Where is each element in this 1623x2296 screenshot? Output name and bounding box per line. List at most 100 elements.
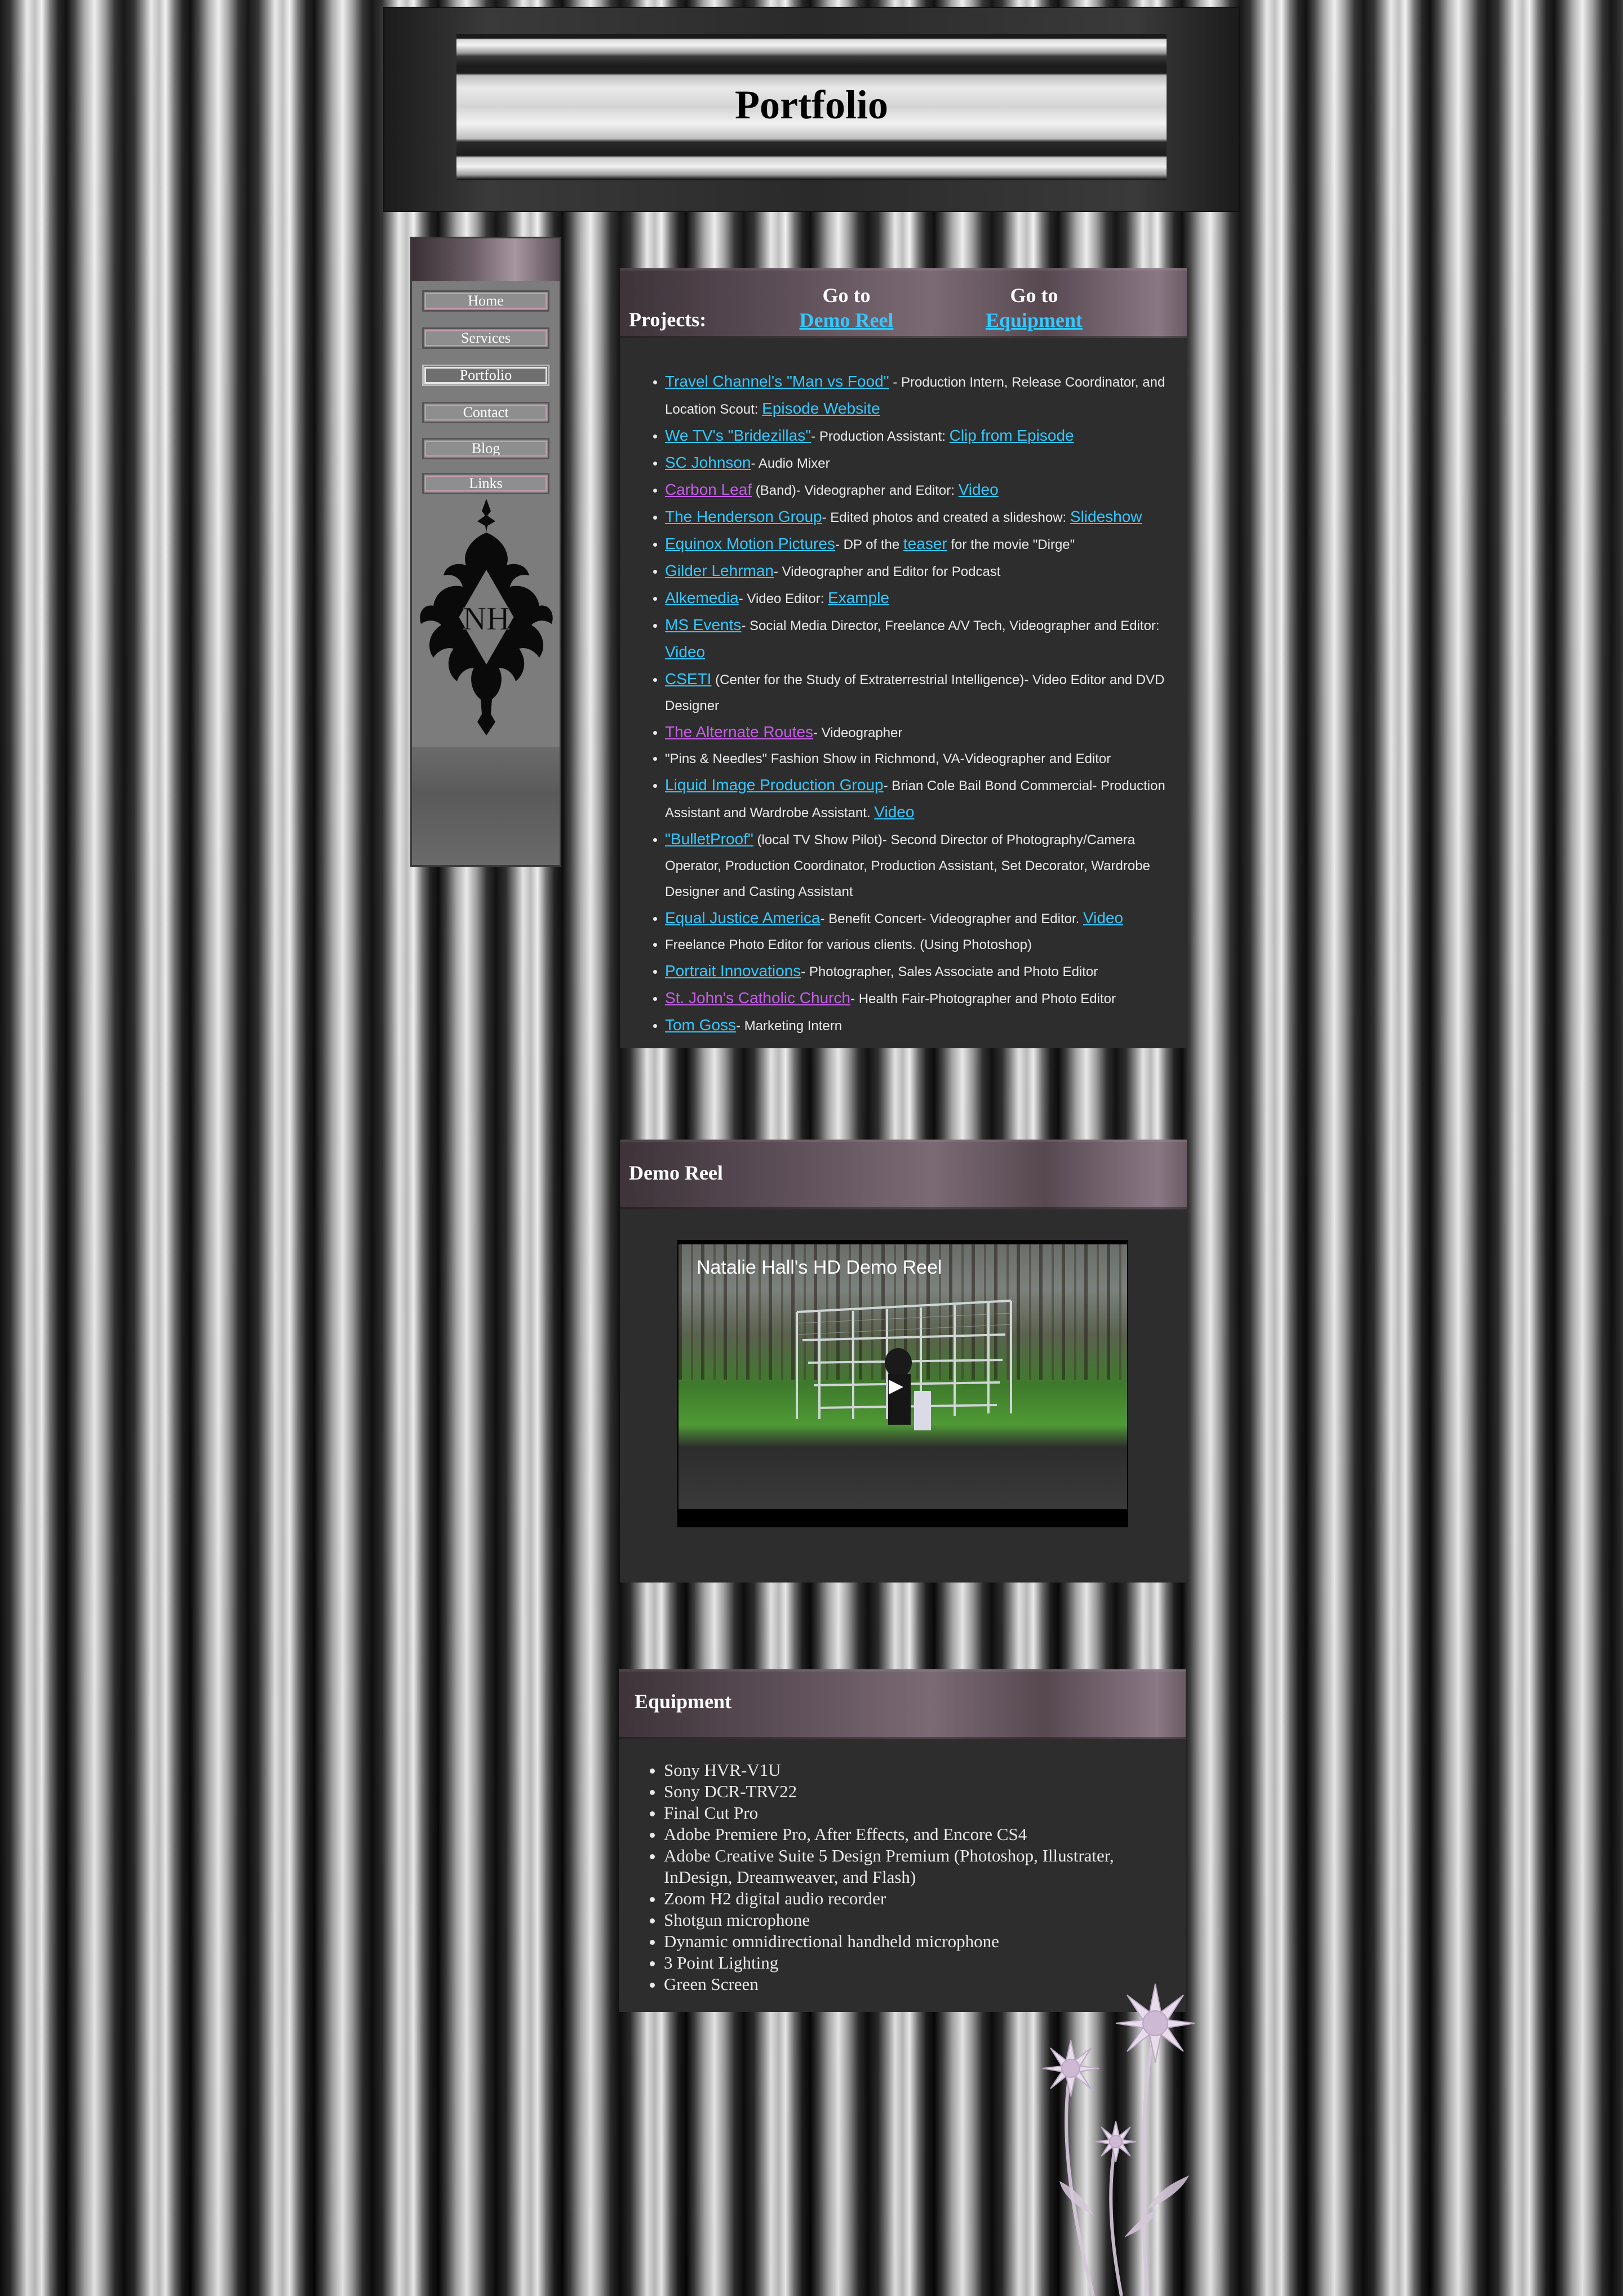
project-link[interactable]: MS Events <box>665 616 741 633</box>
project-item: St. John's Catholic Church- Health Fair-… <box>665 985 1173 1012</box>
project-item: Equal Justice America- Benefit Concert- … <box>665 905 1173 932</box>
project-link[interactable]: Equal Justice America <box>665 909 820 927</box>
project-link[interactable]: CSETI <box>665 670 711 688</box>
project-link[interactable]: Alkemedia <box>665 589 739 606</box>
project-description: - Marketing Intern <box>736 1018 842 1034</box>
play-icon[interactable]: ▶ <box>885 1375 907 1398</box>
project-link[interactable]: Equinox Motion Pictures <box>665 535 835 552</box>
video-title: Natalie Hall's HD Demo Reel <box>697 1257 942 1278</box>
nav-bottom-decoration <box>412 747 560 865</box>
demo-reel-panel: Demo Reel Natalie Hall's HD Demo Reel ▶ <box>620 1140 1187 1583</box>
equipment-title: Equipment <box>635 1690 732 1713</box>
goto-demo-reel: Go to Demo Reel <box>796 283 897 333</box>
nav-item-home[interactable]: Home <box>422 290 549 312</box>
project-description: - Production Assistant: <box>811 429 950 444</box>
nav-item-blog[interactable]: Blog <box>422 438 549 459</box>
project-item: Carbon Leaf (Band)- Videographer and Edi… <box>665 477 1173 504</box>
project-link[interactable]: St. John's Catholic Church <box>665 989 850 1007</box>
project-description: "Pins & Needles" Fashion Show in Richmon… <box>665 751 1111 766</box>
project-description: (Band)- Videographer and Editor: <box>752 483 959 498</box>
equipment-item: Adobe Premiere Pro, After Effects, and E… <box>664 1824 1172 1845</box>
fleur-de-lis-emblem-icon: NH <box>420 499 553 735</box>
project-item: Alkemedia- Video Editor: Example <box>665 585 1173 612</box>
project-link[interactable]: Gilder Lehrman <box>665 562 774 579</box>
project-item: "BulletProof" (local TV Show Pilot)- Sec… <box>665 826 1173 905</box>
page-title: Portfolio <box>735 82 888 127</box>
project-description: - DP of the <box>835 537 903 552</box>
project-item: We TV's "Bridezillas"- Production Assist… <box>665 423 1173 450</box>
project-link[interactable]: "BulletProof" <box>665 830 753 848</box>
project-link[interactable]: SC Johnson <box>665 454 751 471</box>
equipment-item: Adobe Creative Suite 5 Design Premium (P… <box>664 1845 1172 1888</box>
equipment-item: Final Cut Pro <box>664 1802 1172 1824</box>
equipment-item: Dynamic omnidirectional handheld microph… <box>664 1931 1172 1952</box>
nav-item-links[interactable]: Links <box>422 473 549 494</box>
emblem-initials: NH <box>463 600 510 637</box>
equipment-panel: Equipment Sony HVR-V1USony DCR-TRV22Fina… <box>619 1669 1186 2012</box>
goto-demo-prefix: Go to <box>822 284 871 307</box>
project-link[interactable]: Portrait Innovations <box>665 962 801 979</box>
project-item: Gilder Lehrman- Videographer and Editor … <box>665 558 1173 585</box>
project-description: - Benefit Concert- Videographer and Edit… <box>820 911 1083 927</box>
project-item: Equinox Motion Pictures- DP of the tease… <box>665 531 1173 558</box>
nav-item-services[interactable]: Services <box>422 327 549 349</box>
equipment-item: Shotgun microphone <box>664 1909 1172 1931</box>
project-description: - Social Media Director, Freelance A/V T… <box>741 618 1160 633</box>
demo-reel-link[interactable]: Demo Reel <box>800 309 894 331</box>
project-item: Portrait Innovations- Photographer, Sale… <box>665 958 1173 985</box>
bleachers-graphic <box>796 1300 1012 1430</box>
equipment-item: Sony HVR-V1U <box>664 1759 1172 1781</box>
project-link[interactable]: The Alternate Routes <box>665 723 813 741</box>
projects-title: Projects: <box>629 308 707 331</box>
nav-item-contact[interactable]: Contact <box>422 402 549 423</box>
nav-item-portfolio[interactable]: Portfolio <box>422 365 549 386</box>
project-media-link[interactable]: Clip from Episode <box>950 427 1074 444</box>
project-link[interactable]: Tom Goss <box>665 1016 736 1034</box>
project-link[interactable]: Liquid Image Production Group <box>665 776 884 794</box>
equipment-list: Sony HVR-V1USony DCR-TRV22Final Cut ProA… <box>619 1739 1186 1995</box>
demo-reel-video[interactable]: Natalie Hall's HD Demo Reel ▶ <box>677 1240 1128 1527</box>
project-media-link[interactable]: Video <box>1083 909 1123 927</box>
project-media-link[interactable]: teaser <box>903 535 947 552</box>
projects-panel: Projects: Go to Demo Reel Go to Equipmen… <box>620 268 1187 1048</box>
project-item: CSETI (Center for the Study of Extraterr… <box>665 666 1173 719</box>
project-media-link[interactable]: Video <box>665 643 705 661</box>
project-media-link[interactable]: Example <box>828 589 889 606</box>
nav-top-decoration <box>412 238 560 281</box>
project-list: Travel Channel's "Man vs Food" - Product… <box>620 338 1187 1039</box>
project-description: (Center for the Study of Extraterrestria… <box>665 672 1165 713</box>
equipment-header: Equipment <box>619 1669 1186 1739</box>
equipment-item: Zoom H2 digital audio recorder <box>664 1888 1172 1909</box>
projects-header: Projects: Go to Demo Reel Go to Equipmen… <box>620 268 1187 338</box>
project-link[interactable]: Travel Channel's "Man vs Food" <box>665 373 889 390</box>
project-description: - Photographer, Sales Associate and Phot… <box>801 964 1098 979</box>
project-link[interactable]: Carbon Leaf <box>665 481 752 498</box>
project-item: Liquid Image Production Group- Brian Col… <box>665 772 1173 826</box>
project-description: for the movie "Dirge" <box>947 537 1075 552</box>
project-link[interactable]: The Henderson Group <box>665 508 822 525</box>
project-item: Travel Channel's "Man vs Food" - Product… <box>665 369 1173 423</box>
project-link[interactable]: We TV's "Bridezillas" <box>665 427 811 444</box>
project-description: - Health Fair-Photographer and Photo Edi… <box>850 991 1116 1007</box>
demo-reel-header: Demo Reel <box>620 1140 1187 1209</box>
project-item: Tom Goss- Marketing Intern <box>665 1012 1173 1039</box>
project-description: Freelance Photo Editor for various clien… <box>665 937 1032 952</box>
project-item: Freelance Photo Editor for various clien… <box>665 932 1173 958</box>
project-description: - Video Editor: <box>738 591 828 606</box>
project-item: MS Events- Social Media Director, Freela… <box>665 612 1173 666</box>
sidebar-nav: Home Services Portfolio Contact Blog Links NH <box>410 237 561 867</box>
video-thumbnail: Natalie Hall's HD Demo Reel ▶ <box>679 1244 1127 1509</box>
equipment-link[interactable]: Equipment <box>986 309 1083 331</box>
project-item: SC Johnson- Audio Mixer <box>665 450 1173 477</box>
project-description: - Videographer <box>813 725 903 741</box>
project-media-link[interactable]: Episode Website <box>762 400 880 417</box>
goto-equipment: Go to Equipment <box>981 283 1088 333</box>
project-media-link[interactable]: Slideshow <box>1070 508 1142 525</box>
project-media-link[interactable]: Video <box>874 803 914 821</box>
equipment-item: 3 Point Lighting <box>664 1952 1172 1974</box>
flower-decoration-icon <box>1042 1983 1195 2296</box>
project-description: - Videographer and Editor for Podcast <box>773 564 1001 579</box>
project-media-link[interactable]: Video <box>959 481 999 498</box>
equipment-item: Sony DCR-TRV22 <box>664 1781 1172 1802</box>
project-description: - Audio Mixer <box>751 456 830 471</box>
